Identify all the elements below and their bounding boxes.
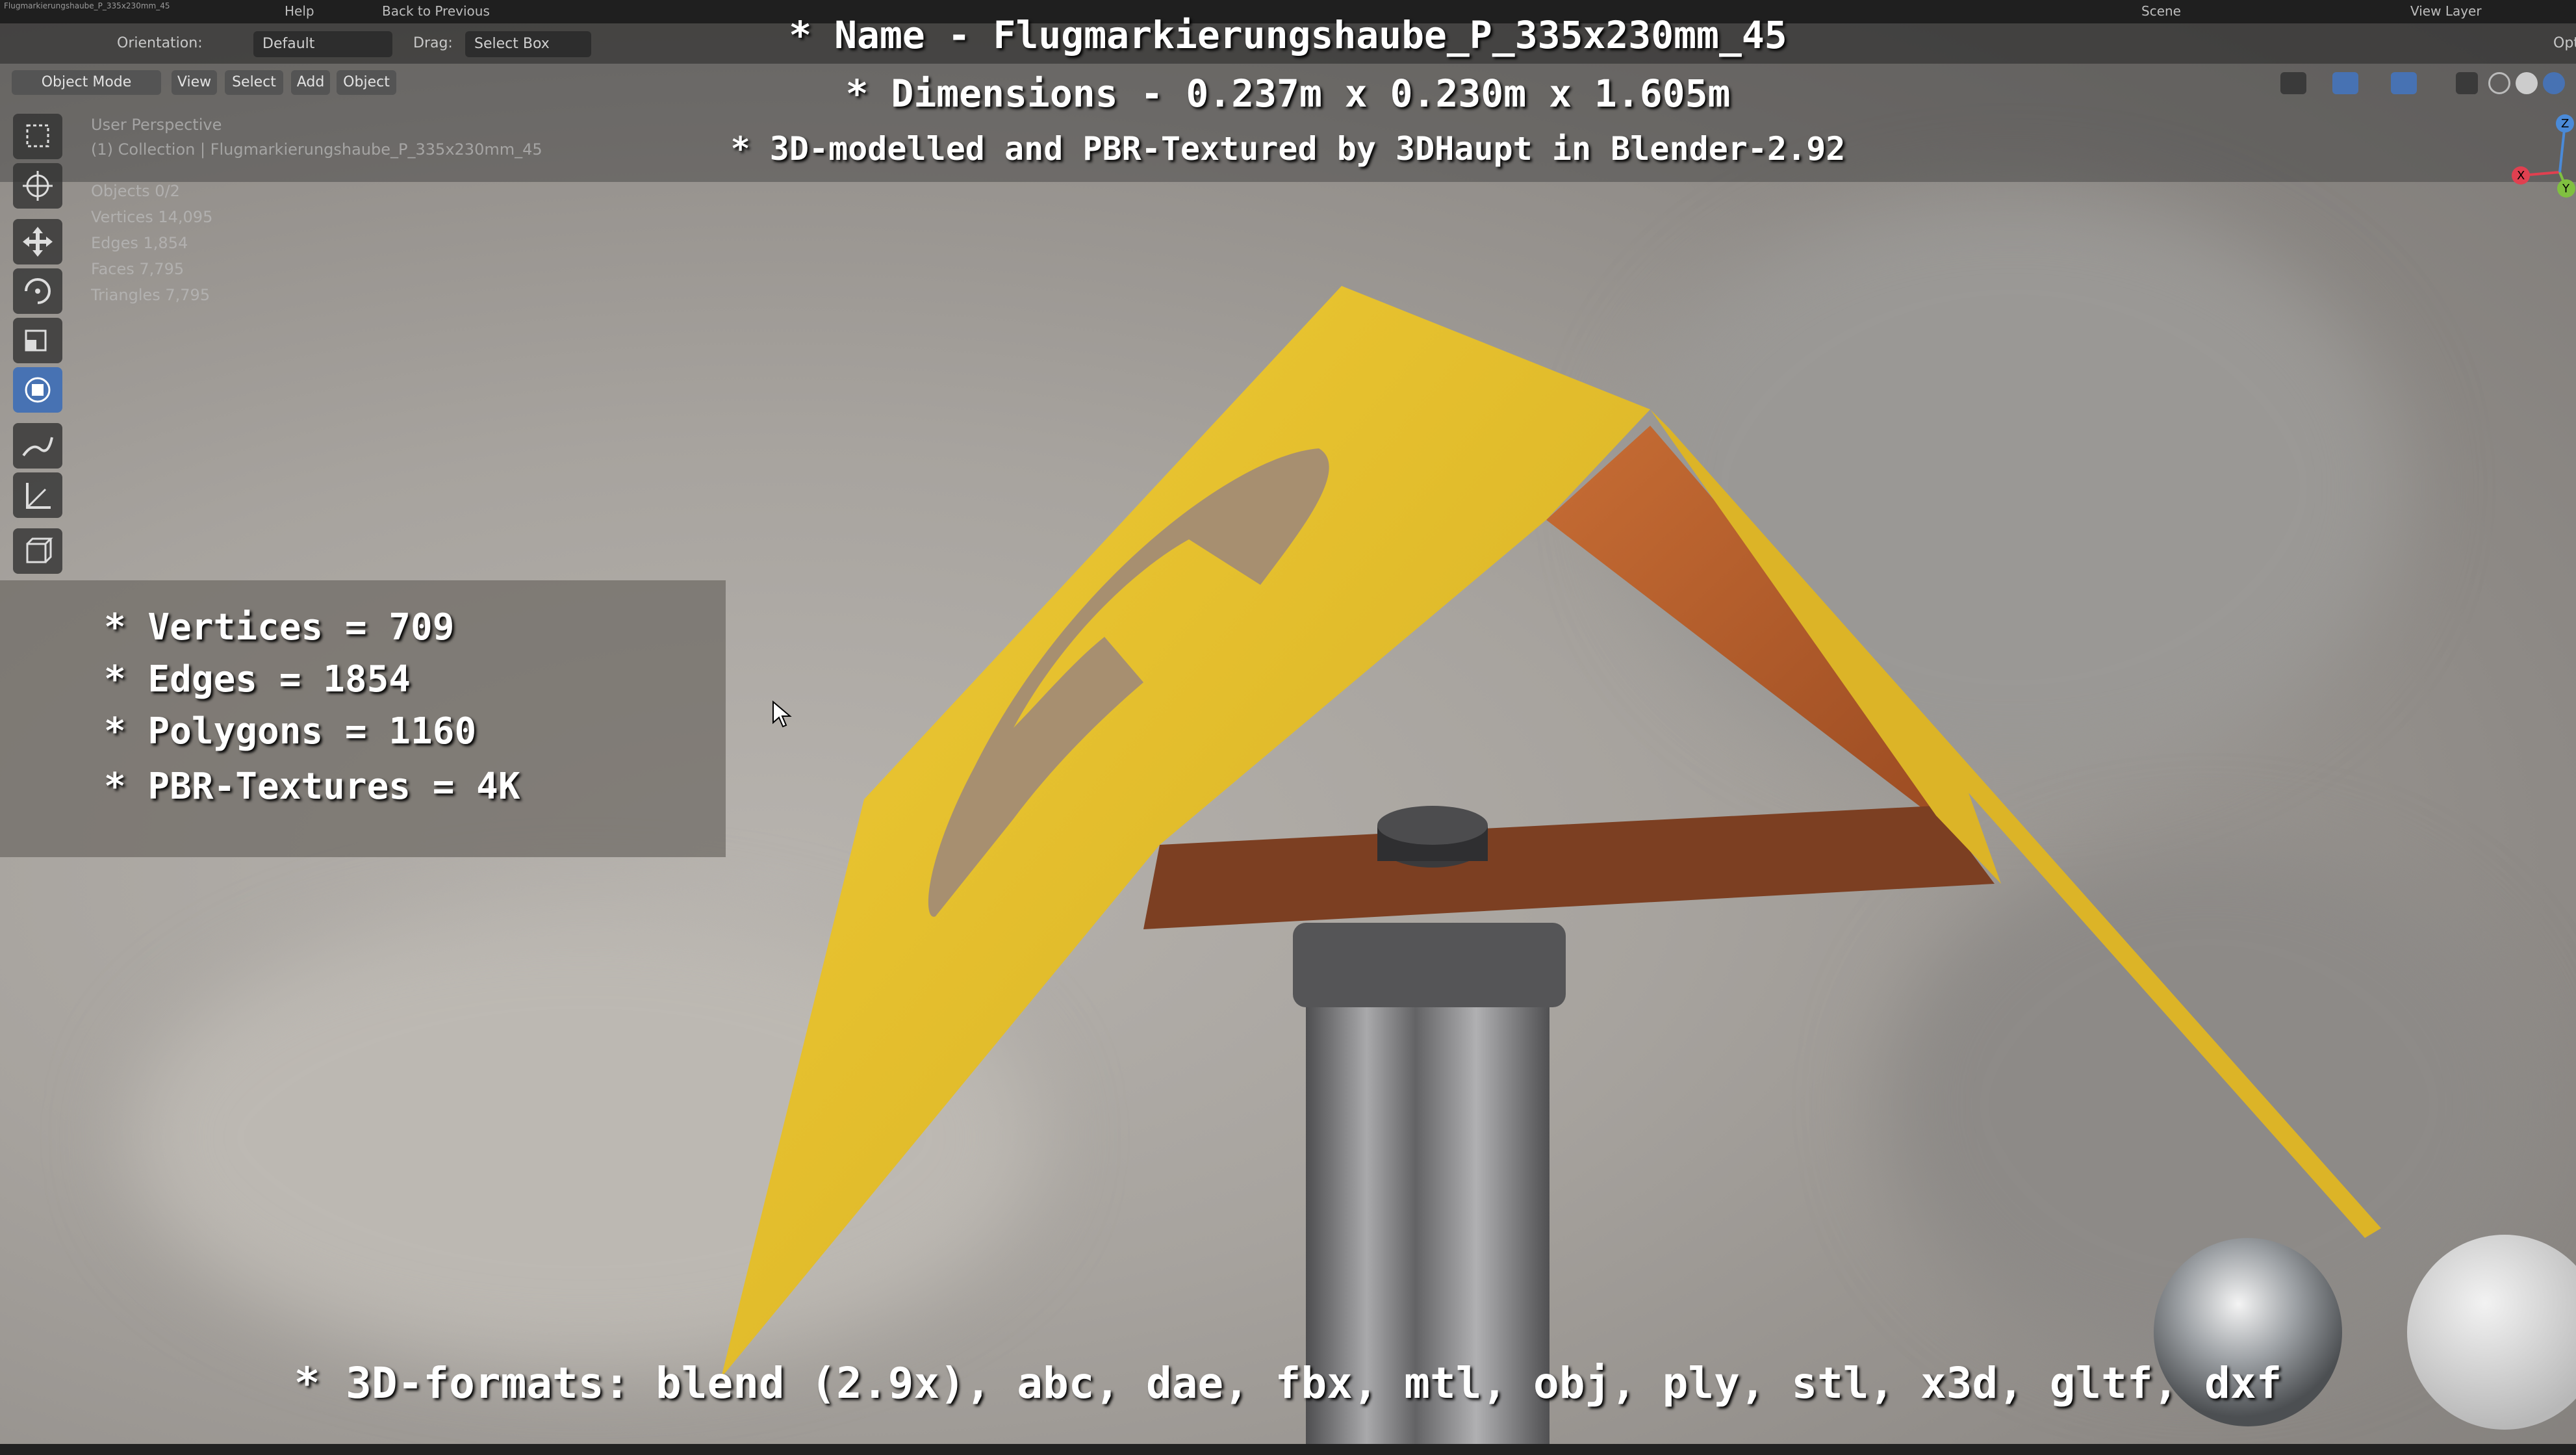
transform-icon [25, 377, 51, 403]
annotate-icon [22, 437, 53, 457]
transform-tool[interactable] [13, 367, 62, 413]
cursor-icon [23, 171, 53, 201]
stats-vertices-text: Vertices 14,095 [91, 208, 213, 226]
stat-edges: * Edges = 1854 [104, 658, 411, 701]
mouse-cursor-icon [772, 701, 792, 728]
cursor-tool[interactable] [13, 163, 62, 209]
rotate-tool[interactable] [13, 268, 62, 314]
scale-tool[interactable] [13, 318, 62, 363]
stat-polygons: * Polygons = 1160 [104, 710, 477, 753]
stats-edges-text: Edges 1,854 [91, 234, 188, 252]
annotate-tool[interactable] [13, 423, 62, 469]
model-stats-panel: * Vertices = 709 * Edges = 1854 * Polygo… [0, 580, 726, 857]
title-name: * Name - Flugmarkierungshaube_P_335x230m… [789, 13, 1787, 57]
status-bar [0, 1444, 2576, 1455]
formats-caption: * 3D-formats: blend (2.9x), abc, dae, fb… [294, 1358, 2282, 1408]
add-cube-icon [26, 537, 53, 563]
title-credit: * 3D-modelled and PBR-Textured by 3DHaup… [730, 130, 1846, 168]
measure-icon [26, 483, 51, 509]
scale-icon [25, 329, 47, 352]
stats-triangles-text: Triangles 7,795 [91, 286, 210, 304]
title-dimensions: * Dimensions - 0.237m x 0.230m x 1.605m [845, 71, 1731, 116]
add-cube-tool[interactable] [13, 528, 62, 574]
measure-tool[interactable] [13, 472, 62, 518]
move-tool[interactable] [13, 219, 62, 264]
stats-faces-text: Faces 7,795 [91, 260, 185, 278]
stat-textures: * PBR-Textures = 4K [104, 766, 520, 808]
file-path-text: Flugmarkierungshaube_P_335x230mm_45 [4, 1, 170, 10]
stat-vertices: * Vertices = 709 [104, 606, 455, 649]
move-icon [23, 227, 53, 257]
stats-objects-text: Objects 0/2 [91, 182, 180, 200]
gizmo-z-label: Z [2561, 117, 2569, 131]
tool-shelf [9, 114, 66, 585]
rotate-icon [25, 278, 51, 304]
navigation-gizmo[interactable]: X Y Z [2501, 110, 2576, 227]
gizmo-y-label: Y [2562, 182, 2570, 196]
gizmo-x-label: X [2517, 169, 2525, 183]
